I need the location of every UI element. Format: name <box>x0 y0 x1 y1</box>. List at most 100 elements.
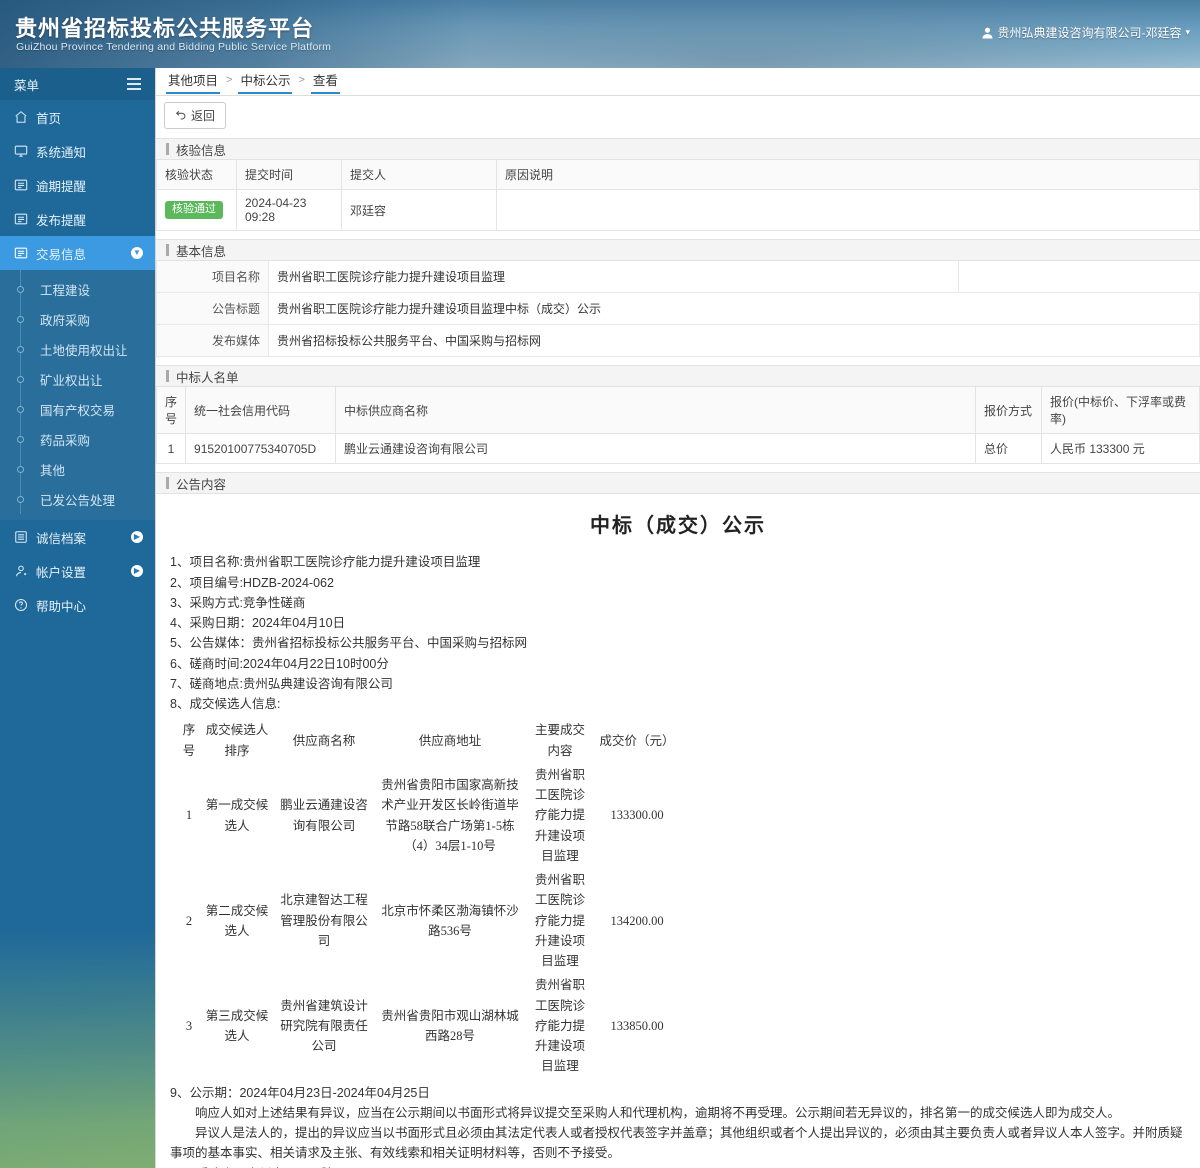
sidebar-item-label: 交易信息 <box>36 247 87 262</box>
sidebar-subitem-drug-procurement[interactable]: 药品采购 <box>0 424 155 454</box>
reason-cell <box>496 189 1200 231</box>
breadcrumb: 其他项目 > 中标公示 > 查看 <box>156 68 1200 96</box>
cand-supplier-cell: 贵州省建筑设计研究院有限责任公司 <box>280 998 368 1054</box>
main-content: 其他项目 > 中标公示 > 查看 返回 核验信息 核验状态 提交时间 提交人 原… <box>155 68 1200 1168</box>
announcement-line: 6、磋商时间:2024年04月22日10时00分 <box>170 656 389 671</box>
list-icon <box>14 178 36 192</box>
col-credit-code: 统一社会信用代码 <box>185 387 337 434</box>
sidebar-item-home[interactable]: 首页 <box>0 100 155 134</box>
question-icon <box>14 598 36 612</box>
sidebar-subitem-label: 已发公告处理 <box>40 493 116 508</box>
sidebar-subitem-gov-procurement[interactable]: 政府采购 <box>0 304 155 334</box>
sidebar-subitem-mining-right[interactable]: 矿业权出让 <box>0 364 155 394</box>
sidebar: 菜单 首页 系统通知 逾期提醒 发布提醒 交易信息 ▼ 工程建设 政府采购 土地… <box>0 68 155 1168</box>
sidebar-subitem-label: 工程建设 <box>40 283 91 298</box>
sidebar-subitem-engineering[interactable]: 工程建设 <box>0 274 155 304</box>
hamburger-icon[interactable] <box>127 78 141 90</box>
table-header-row: 核验状态 提交时间 提交人 原因说明 <box>156 160 1200 190</box>
chevron-down-icon[interactable]: ▼ <box>131 247 143 259</box>
verify-section-header: 核验信息 <box>156 138 1200 160</box>
announcement-line: 7、磋商地点:贵州弘典建设咨询有限公司 <box>170 676 393 691</box>
cand-content-cell: 贵州省职工医院诊疗能力提升建设项目监理 <box>534 767 585 863</box>
table-row: 1 第一成交候选人 鹏业云通建设咨询有限公司 贵州省贵阳市国家高新技术产业开发区… <box>178 763 680 868</box>
col-submit-time: 提交时间 <box>236 160 342 190</box>
undo-icon <box>175 109 187 123</box>
cand-price-cell: 134200.00 <box>610 913 664 928</box>
announcement-doc-title: 中标（成交）公示 <box>590 515 766 537</box>
label-publish-media: 发布媒体 <box>156 324 269 357</box>
sidebar-item-publish-reminder[interactable]: 发布提醒 <box>0 202 155 236</box>
sidebar-item-system-notice[interactable]: 系统通知 <box>0 134 155 168</box>
table-header-row: 序号 统一社会信用代码 中标供应商名称 报价方式 报价(中标价、下浮率或费率) <box>156 387 1200 434</box>
sidebar-item-label: 帐户设置 <box>36 565 87 580</box>
breadcrumb-separator: > <box>298 73 305 86</box>
cand-supplier-cell: 北京建智达工程管理股份有限公司 <box>280 893 368 948</box>
info-row-media: 发布媒体 贵州省招标投标公共服务平台、中国采购与招标网 <box>156 324 1200 357</box>
breadcrumb-item-other-project[interactable]: 其他项目 <box>166 70 221 94</box>
col-submitter: 提交人 <box>341 160 497 190</box>
section-accent-bar <box>166 143 169 155</box>
info-spacer <box>958 261 1200 293</box>
site-subtitle: GuiZhou Province Tendering and Bidding P… <box>16 41 332 53</box>
value-project-name: 贵州省职工医院诊疗能力提升建设项目监理 <box>268 261 959 293</box>
cand-content-cell: 贵州省职工医院诊疗能力提升建设项目监理 <box>534 873 585 969</box>
sidebar-submenu: 工程建设 政府采购 土地使用权出让 矿业权出让 国有产权交易 药品采购 其他 已… <box>0 270 155 520</box>
sidebar-subitem-state-property[interactable]: 国有产权交易 <box>0 394 155 424</box>
sidebar-subitem-land-use-right[interactable]: 土地使用权出让 <box>0 334 155 364</box>
sidebar-item-overdue-reminder[interactable]: 逾期提醒 <box>0 168 155 202</box>
cand-rank-cell: 第一成交候选人 <box>205 798 269 833</box>
table-row: 2 第二成交候选人 北京建智达工程管理股份有限公司 北京市怀柔区渤海镇怀沙路53… <box>178 868 680 973</box>
table-row: 核验通过 2024-04-23 09:28 邓廷容 <box>156 189 1200 231</box>
value-publish-media: 贵州省招标投标公共服务平台、中国采购与招标网 <box>268 324 1200 357</box>
winner-section-title: 中标人名单 <box>176 370 239 385</box>
verify-section-title: 核验信息 <box>176 143 227 158</box>
status-badge: 核验通过 <box>165 201 223 219</box>
announcement-line: 9、公示期：2024年04月23日-2024年04月25日 <box>170 1085 430 1100</box>
col-price-type: 报价方式 <box>975 387 1042 434</box>
col-cand-rank: 成交候选人排序 <box>205 723 269 758</box>
sidebar-item-transaction-info[interactable]: 交易信息 ▼ <box>0 236 155 270</box>
list-icon <box>14 212 36 226</box>
announcement-line: 1、项目名称:贵州省职工医院诊疗能力提升建设项目监理 <box>170 555 481 570</box>
cand-supplier-cell: 鹏业云通建设咨询有限公司 <box>280 798 368 833</box>
announcement-line: 2、项目编号:HDZB-2024-062 <box>170 575 334 590</box>
breadcrumb-item-award-notice[interactable]: 中标公示 <box>238 70 293 94</box>
announcement-section-header: 公告内容 <box>156 472 1200 494</box>
col-cand-content: 主要成交内容 <box>534 723 585 758</box>
sidebar-item-account-settings[interactable]: 帐户设置 ▶ <box>0 554 155 588</box>
sidebar-subitem-other[interactable]: 其他 <box>0 454 155 484</box>
breadcrumb-item-view[interactable]: 查看 <box>310 70 340 94</box>
cand-content-cell: 贵州省职工医院诊疗能力提升建设项目监理 <box>534 978 585 1074</box>
table-row: 3 第三成交候选人 贵州省建筑设计研究院有限责任公司 贵州省贵阳市观山湖林城西路… <box>178 973 680 1078</box>
cand-no-cell: 3 <box>185 1018 193 1033</box>
table-header-row: 序号 成交候选人排序 供应商名称 供应商地址 主要成交内容 成交价（元） <box>178 718 680 763</box>
archive-icon <box>14 530 36 544</box>
sidebar-subitem-label: 国有产权交易 <box>40 403 116 418</box>
announcement-line: 5、公告媒体：贵州省招标投标公共服务平台、中国采购与招标网 <box>170 636 527 651</box>
winner-table: 序号 统一社会信用代码 中标供应商名称 报价方式 报价(中标价、下浮率或费率) … <box>156 387 1200 464</box>
sidebar-item-label: 帮助中心 <box>36 599 87 614</box>
back-button-label: 返回 <box>191 109 216 123</box>
chevron-right-icon[interactable]: ▶ <box>131 565 143 577</box>
winner-price-type-cell: 总价 <box>975 433 1042 464</box>
cand-price-cell: 133850.00 <box>610 1018 664 1033</box>
section-accent-bar <box>166 244 169 256</box>
back-button[interactable]: 返回 <box>164 102 227 129</box>
sidebar-subitem-label: 政府采购 <box>40 313 91 328</box>
sidebar-item-label: 首页 <box>36 111 62 126</box>
basic-section-title: 基本信息 <box>176 244 227 259</box>
sidebar-subitem-published-notice[interactable]: 已发公告处理 <box>0 484 155 514</box>
sidebar-header: 菜单 <box>0 68 155 100</box>
winner-section-header: 中标人名单 <box>156 365 1200 387</box>
sidebar-item-credit-archive[interactable]: 诚信档案 ▶ <box>0 520 155 554</box>
sidebar-item-help-center[interactable]: 帮助中心 <box>0 588 155 622</box>
user-name-label: 贵州弘典建设咨询有限公司-邓廷容 <box>997 26 1182 40</box>
sidebar-subitem-label: 矿业权出让 <box>40 373 103 388</box>
app-header: 贵州省招标投标公共服务平台 GuiZhou Province Tendering… <box>0 0 1200 68</box>
user-account-menu[interactable]: 贵州弘典建设咨询有限公司-邓廷容 ▾ <box>982 24 1190 41</box>
sidebar-item-label: 系统通知 <box>36 145 87 160</box>
sidebar-item-label: 发布提醒 <box>36 213 87 228</box>
label-notice-title: 公告标题 <box>156 292 269 325</box>
chevron-right-icon[interactable]: ▶ <box>131 531 143 543</box>
sidebar-item-label: 逾期提醒 <box>36 179 87 194</box>
